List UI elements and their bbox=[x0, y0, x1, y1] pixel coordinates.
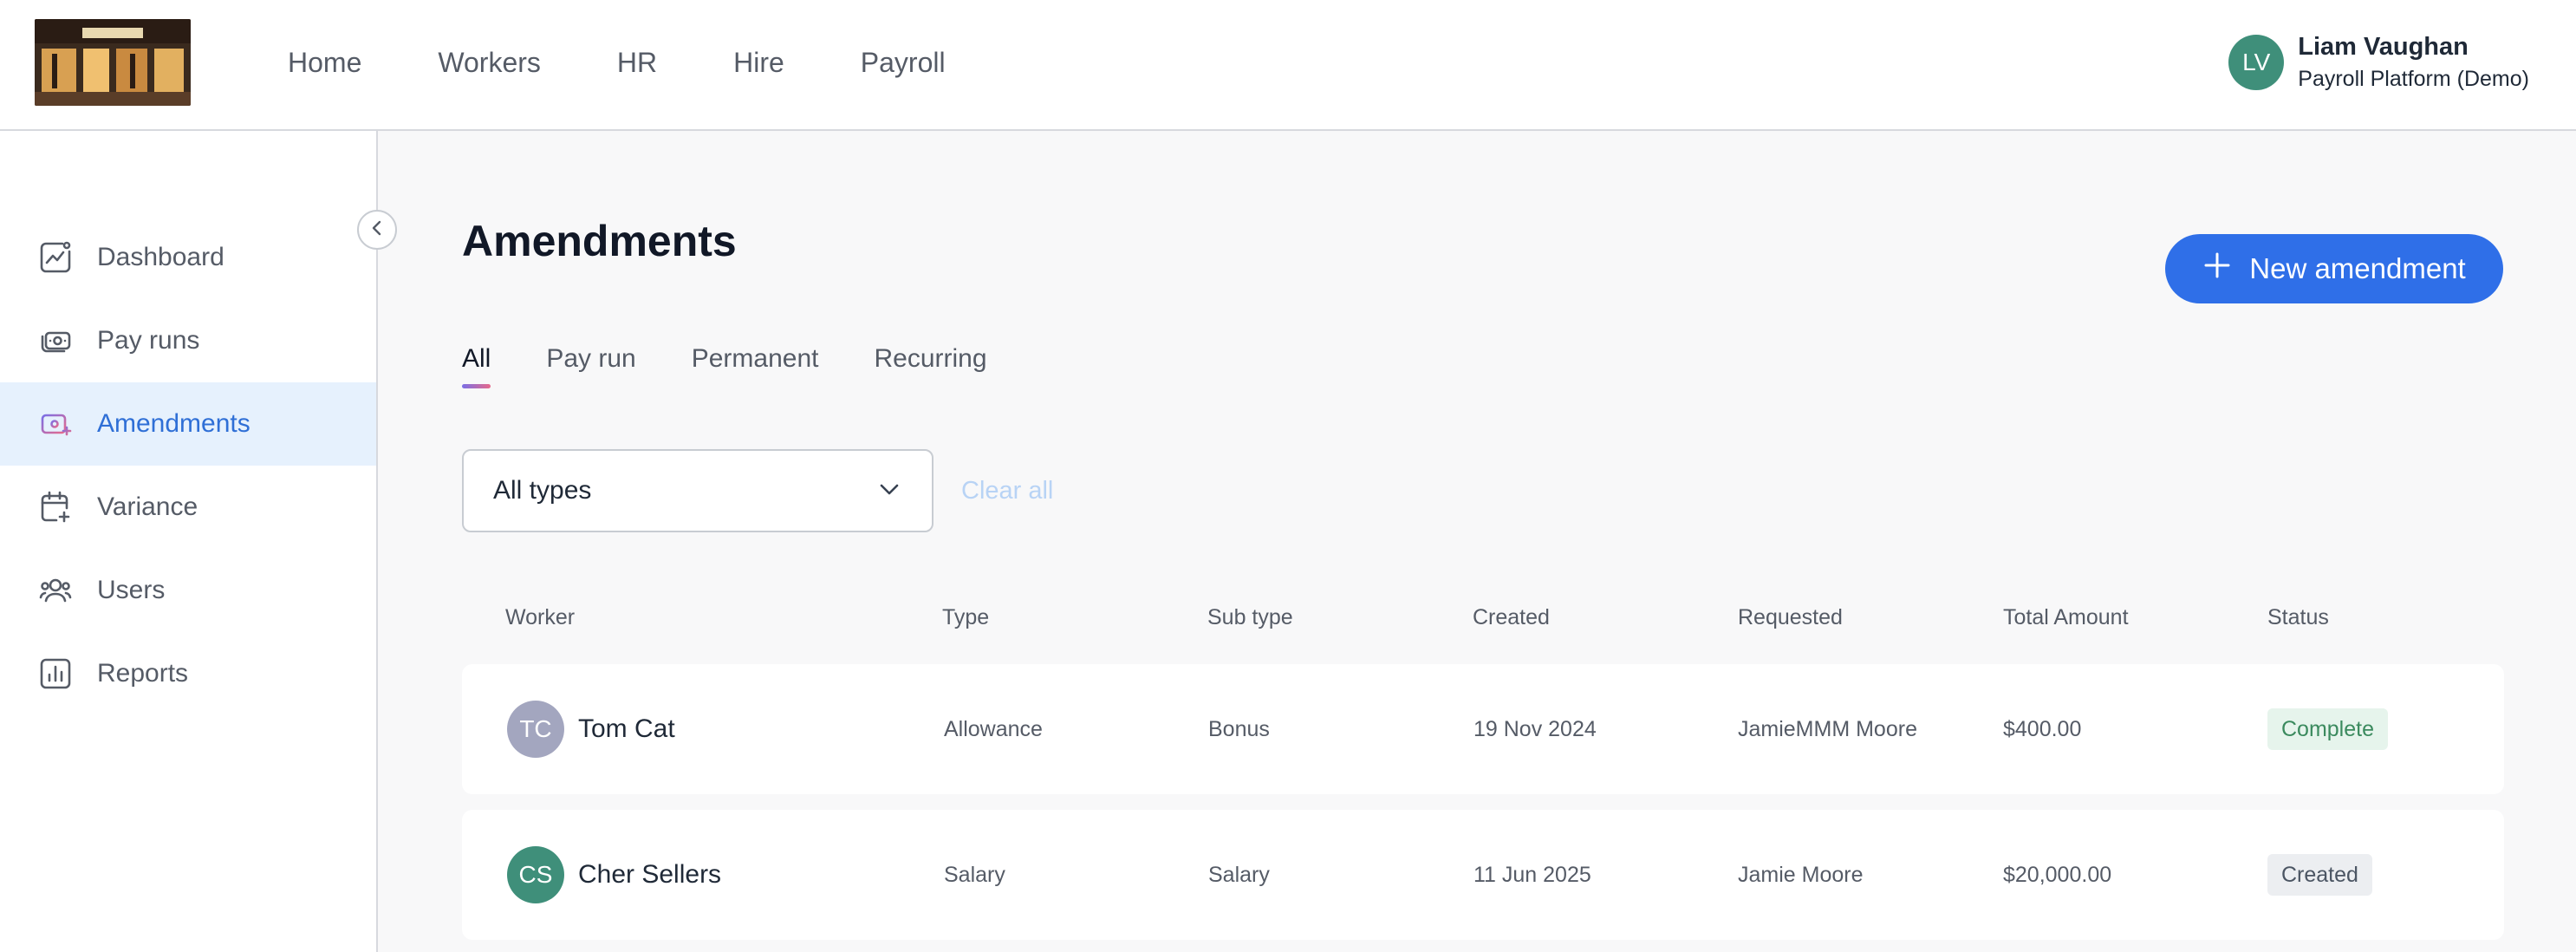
user-name: Liam Vaughan bbox=[2298, 33, 2469, 61]
user-info: Liam Vaughan Payroll Platform (Demo) bbox=[2298, 31, 2529, 94]
sidebar-collapse-button[interactable] bbox=[357, 210, 397, 250]
pay-runs-icon bbox=[36, 322, 75, 360]
sidebar-item-label: Variance bbox=[97, 492, 198, 521]
worker-name: Tom Cat bbox=[578, 714, 675, 743]
amount-cell: $400.00 bbox=[2003, 716, 2082, 741]
tab-recurring[interactable]: Recurring bbox=[874, 340, 986, 378]
worker-cell: TC Tom Cat bbox=[507, 664, 675, 794]
sidebar-item-label: Reports bbox=[97, 659, 189, 688]
sidebar-item-users[interactable]: Users bbox=[0, 549, 376, 632]
top-nav-workers[interactable]: Workers bbox=[438, 43, 541, 82]
type-filter-select[interactable]: All types bbox=[462, 449, 933, 532]
sidebar-item-label: Users bbox=[97, 576, 166, 604]
top-nav-hire[interactable]: Hire bbox=[733, 43, 784, 82]
table-row[interactable]: CS Cher Sellers Salary Salary 11 Jun 202… bbox=[462, 810, 2504, 940]
sidebar-item-dashboard[interactable]: Dashboard bbox=[0, 216, 376, 299]
table-row[interactable]: TC Tom Cat Allowance Bonus 19 Nov 2024 J… bbox=[462, 664, 2504, 794]
requested-cell: Jamie Moore bbox=[1738, 862, 1864, 887]
clear-all-button[interactable]: Clear all bbox=[961, 475, 1053, 506]
created-cell: 19 Nov 2024 bbox=[1473, 716, 1597, 741]
sidebar-item-label: Pay runs bbox=[97, 326, 200, 355]
amount-cell: $20,000.00 bbox=[2003, 862, 2112, 887]
created-cell: 11 Jun 2025 bbox=[1473, 862, 1591, 887]
column-header-worker[interactable]: Worker bbox=[505, 602, 575, 633]
reports-icon bbox=[36, 655, 75, 693]
worker-cell: CS Cher Sellers bbox=[507, 810, 721, 940]
subtype-cell: Bonus bbox=[1208, 716, 1270, 741]
top-nav-payroll[interactable]: Payroll bbox=[861, 43, 946, 82]
top-nav-hr[interactable]: HR bbox=[617, 43, 657, 82]
status-cell: Created bbox=[2267, 810, 2372, 940]
status-badge: Created bbox=[2267, 854, 2372, 896]
sidebar-item-amendments[interactable]: Amendments bbox=[0, 382, 376, 466]
type-cell: Allowance bbox=[944, 716, 1043, 741]
avatar: CS bbox=[507, 846, 564, 903]
amendment-tabs: All Pay run Permanent Recurring bbox=[462, 340, 1043, 388]
users-icon bbox=[36, 571, 75, 610]
amendments-icon bbox=[36, 405, 75, 443]
user-menu[interactable]: LV Liam Vaughan Payroll Platform (Demo) bbox=[2228, 31, 2529, 94]
requested-cell: JamieMMM Moore bbox=[1738, 716, 1917, 741]
column-header-created[interactable]: Created bbox=[1473, 602, 1550, 633]
worker-name: Cher Sellers bbox=[578, 860, 722, 889]
subtype-cell: Salary bbox=[1208, 862, 1270, 887]
new-amendment-label: New amendment bbox=[2249, 252, 2466, 284]
sidebar-item-reports[interactable]: Reports bbox=[0, 632, 376, 715]
top-bar: Home Workers HR Hire Payroll LV Liam Vau… bbox=[0, 0, 2576, 131]
top-nav: Home Workers HR Hire Payroll bbox=[288, 43, 1022, 82]
page-title: Amendments bbox=[462, 217, 737, 265]
sidebar-item-pay-runs[interactable]: Pay runs bbox=[0, 299, 376, 382]
tab-pay-run[interactable]: Pay run bbox=[546, 340, 635, 378]
status-badge: Complete bbox=[2267, 708, 2388, 750]
company-logo[interactable] bbox=[35, 19, 191, 106]
dashboard-icon bbox=[36, 238, 75, 277]
type-cell: Salary bbox=[944, 862, 1005, 887]
column-header-requested[interactable]: Requested bbox=[1738, 602, 1843, 633]
status-cell: Complete bbox=[2267, 664, 2388, 794]
user-avatar: LV bbox=[2228, 35, 2285, 90]
user-subtitle: Payroll Platform (Demo) bbox=[2298, 67, 2529, 91]
sidebar: Dashboard Pay runs Amendments Variance U… bbox=[0, 131, 378, 952]
avatar: TC bbox=[507, 701, 564, 758]
top-nav-home[interactable]: Home bbox=[288, 43, 361, 82]
variance-icon bbox=[36, 488, 75, 526]
chevron-down-icon bbox=[876, 476, 902, 506]
sidebar-item-variance[interactable]: Variance bbox=[0, 466, 376, 549]
plus-icon bbox=[2202, 251, 2232, 287]
table-header: Worker Type Sub type Created Requested T… bbox=[462, 602, 2504, 633]
tab-all[interactable]: All bbox=[462, 340, 491, 388]
chevron-left-icon bbox=[368, 218, 387, 242]
column-header-subtype[interactable]: Sub type bbox=[1207, 602, 1293, 633]
sidebar-item-label: Amendments bbox=[97, 409, 250, 438]
sidebar-item-label: Dashboard bbox=[97, 243, 224, 271]
new-amendment-button[interactable]: New amendment bbox=[2165, 234, 2503, 303]
column-header-status[interactable]: Status bbox=[2267, 602, 2329, 633]
column-header-total-amount[interactable]: Total Amount bbox=[2003, 602, 2129, 633]
column-header-type[interactable]: Type bbox=[942, 602, 989, 633]
type-filter-value: All types bbox=[493, 476, 592, 505]
tab-permanent[interactable]: Permanent bbox=[692, 340, 819, 378]
